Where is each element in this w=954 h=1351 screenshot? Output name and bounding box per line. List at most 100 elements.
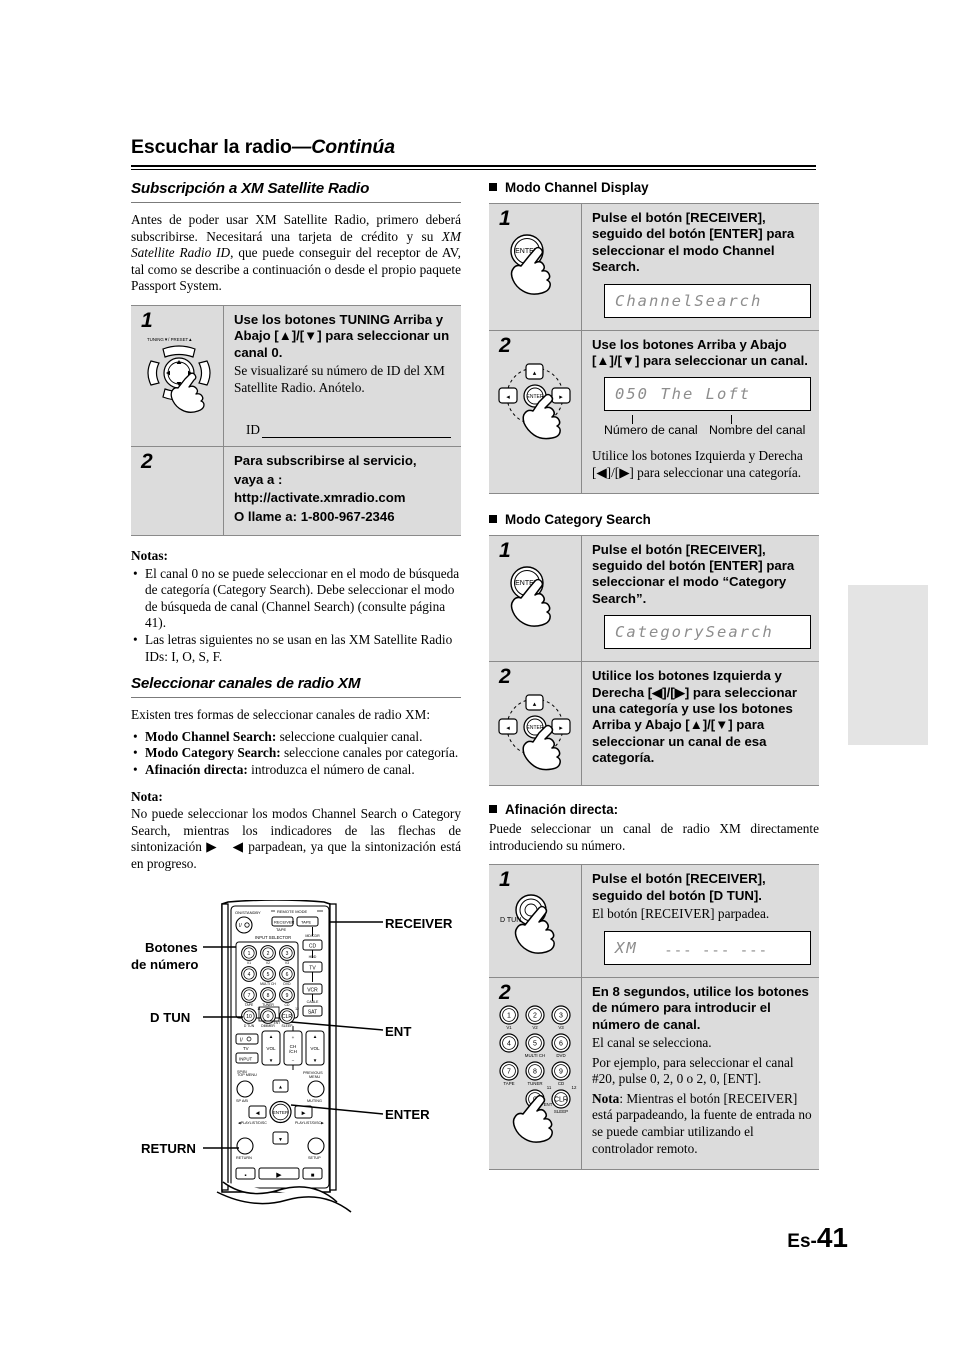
step-illustration-cell: 2 ▴ ▾ ◂ ▸ ENTER [489,331,581,493]
step-title-line-2: vaya a : [234,471,283,487]
svg-text:TAPE: TAPE [245,1003,254,1007]
svg-text:10: 10 [246,1014,252,1020]
page-number: Es-41 [787,1222,848,1254]
svg-text:PLAYLIST/DISC▶: PLAYLIST/DISC▶ [295,1121,325,1125]
svg-text:4: 4 [248,972,251,978]
svg-text:6: 6 [286,972,289,978]
svg-text:SAT: SAT [308,1010,317,1016]
svg-text:CD: CD [285,1003,290,1007]
lcd-text: 050 The Loft [615,385,751,404]
svg-text:TAPE: TAPE [301,920,311,925]
lcd-display: ChannelSearch [604,283,811,318]
svg-text:◂: ◂ [506,394,510,401]
svg-text:D TUN: D TUN [244,1024,255,1028]
svg-text:CLR: CLR [282,1014,292,1020]
step-number: 2 [499,333,511,357]
step-content-cell: Pulse el botón [RECEIVER], seguido del b… [581,865,819,977]
svg-text:RECEIVER: RECEIVER [274,920,295,925]
step-title: Pulse el botón [RECEIVER], seguido del b… [592,871,766,903]
svg-text:◀PLAYLIST/DISC: ◀PLAYLIST/DISC [238,1121,267,1125]
dpad-enter-press-icon: ▴ ▾ ◂ ▸ ENTER [498,694,571,771]
svg-text:REMOTE MODE: REMOTE MODE [277,909,308,914]
list-item: Las letras siguientes no se usan en las … [131,632,461,665]
tuning-preset-dpad-icon: TUNING▼/ PRESET▲ [147,337,211,413]
svg-text:DVD: DVD [556,1053,565,1058]
page-title-dash: — [291,136,312,158]
step-number: 1 [499,868,511,892]
header-rule [131,165,816,171]
subscription-steps-table: 1 TUNING▼/ PRESET▲ Use los botones TUNIN… [131,304,461,536]
list-item-bold: Afinación directa: [145,761,248,777]
figure-label-receiver: RECEIVER [385,916,453,931]
svg-text:1: 1 [248,951,251,957]
arrow-right-icon: ▶ [206,839,218,855]
svg-text:3: 3 [559,1012,563,1019]
step-title: Utilice los botones Izquierda y Derecha … [592,668,797,766]
arrow-left-icon: ◀ [231,839,244,855]
svg-text:▼: ▼ [278,1137,283,1143]
numeric-keypad-press-icon: 123 456 789 0CLR V1V2V3 MULTI CHDVD TAPE… [499,1005,577,1143]
lcd-text: ChannelSearch [615,291,763,310]
step-note-label: Nota [592,1090,620,1106]
svg-text:2: 2 [267,951,270,957]
svg-text:2: 2 [533,1012,537,1019]
svg-text:SP A/B: SP A/B [236,1099,248,1103]
figure-label-numbers-line2: de número [131,957,199,972]
svg-text:TUNING▼/ PRESET▲: TUNING▼/ PRESET▲ [147,337,193,342]
svg-text:TAPE: TAPE [276,927,286,932]
step-illustration-cell: 1 TUNING▼/ PRESET▲ [131,306,223,446]
svg-text:9: 9 [286,993,289,999]
list-item-bold: Modo Channel Search: [145,728,277,744]
svg-text:/CH: /CH [289,1049,297,1054]
notes-label: Notas: [131,548,168,563]
section-rule [131,697,461,699]
step-content-cell: Pulse el botón [RECEIVER], seguido del b… [581,535,819,662]
page-title-continued: Continúa [311,136,395,158]
direct-tuning-intro: Puede seleccionar un canal de radio XM d… [489,821,819,853]
list-item: Afinación directa: introduzca el número … [131,762,461,779]
svg-text:0: 0 [267,1014,270,1020]
svg-text:V1: V1 [506,1025,512,1030]
svg-text:V3: V3 [558,1025,564,1030]
step-illustration-cell: 2 [131,447,223,535]
svg-text:▲: ▲ [269,1034,274,1039]
svg-text:VOL: VOL [266,1046,276,1051]
svg-text:12: 12 [572,1085,577,1090]
step-subtext: Utilice los botones Izquierda y Derecha … [592,448,803,481]
intro-text-a: Antes de poder usar XM Satellite Radio, … [131,212,461,244]
svg-text:ON/STANDBY: ON/STANDBY [235,910,261,915]
figure-label-enter: ENTER [385,1107,430,1122]
svg-text:SETUP: SETUP [308,1156,321,1160]
section-heading-category-search: Modo Category Search [489,512,819,527]
select-channels-intro: Existen tres formas de seleccionar canal… [131,707,431,723]
step-title: Use los botones Arriba y Abajo [▲]/[▼] p… [592,336,808,369]
left-column: Subscripción a XM Satellite Radio Antes … [131,180,461,883]
svg-text:1: 1 [507,1012,511,1019]
step-number: 1 [499,207,511,230]
svg-text:▲: ▲ [313,1034,318,1039]
square-bullet-icon [489,514,497,523]
figure-label-ent: ENT [385,1024,412,1039]
step-number: 2 [499,665,511,689]
svg-text:▸: ▸ [559,394,563,401]
svg-text:TAPE: TAPE [503,1081,514,1086]
svg-text:11: 11 [547,1085,552,1090]
lcd-display: XM --- --- --- [604,930,811,965]
svg-text:D TUN: D TUN [500,917,521,924]
svg-text:VOL: VOL [310,1046,320,1051]
step-subtext-2: Por ejemplo, para seleccionar el canal #… [592,1054,794,1087]
step-title: Use los botones TUNING Arriba y Abajo [▲… [234,311,450,360]
callout-label-channel-name: Nombre del canal [709,423,806,438]
remote-control-figure: ON/STANDBY I/ REMOTE MODE RECEIVER TAPE … [131,899,461,1220]
step-content-cell: Para subscribirse al servicio, vaya a : … [223,447,461,535]
svg-text:◀: ◀ [256,1111,260,1117]
step-title: Pulse el botón [RECEIVER], seguido del b… [592,210,795,275]
svg-text:CLR: CLR [554,1096,568,1103]
svg-text:V2: V2 [266,961,270,965]
list-item: Modo Category Search: seleccione canales… [131,745,461,762]
svg-text:▼: ▼ [269,1058,274,1063]
edge-tab-marker [848,585,928,745]
category-search-steps-table: 1 ENTER Pulse el botón [RECEIVER], segui… [489,534,819,787]
lcd-placeholder-dashes: --- --- --- [664,942,768,959]
step-number: 1 [141,308,153,332]
